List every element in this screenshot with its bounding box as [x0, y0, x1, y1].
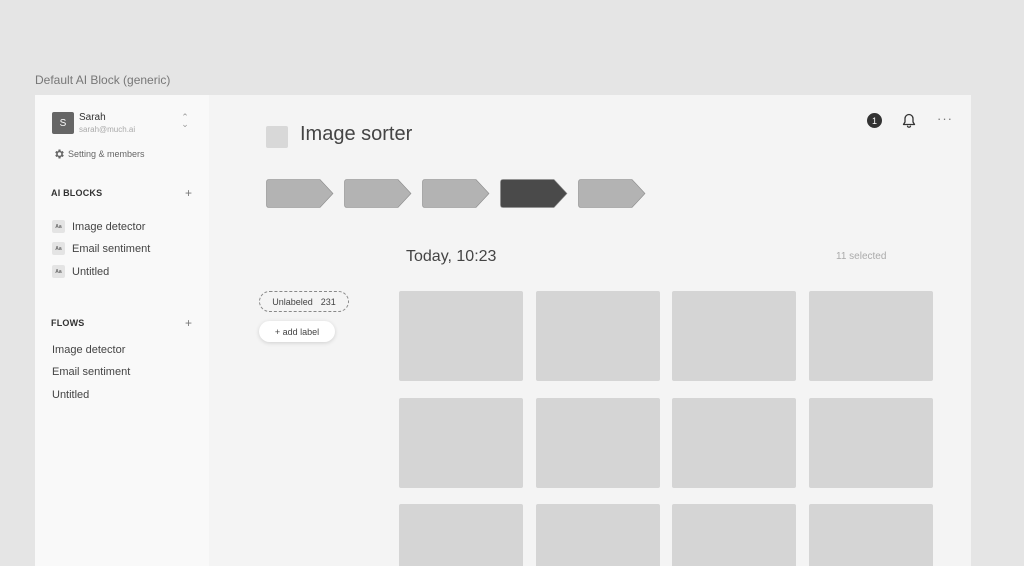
flows-title: FLOWS — [51, 318, 85, 328]
batch-date: Today, 10:23 — [406, 248, 497, 265]
ai-block-icon: Aa — [52, 220, 65, 233]
user-switcher[interactable]: S Sarah sarah@much.ai ⌃ ⌄ — [52, 112, 192, 136]
page-icon — [266, 126, 288, 148]
add-ai-block-button[interactable]: + — [185, 186, 192, 200]
app-window: S Sarah sarah@much.ai ⌃ ⌄ Setting & membe… — [35, 95, 971, 566]
unlabeled-chip[interactable]: Unlabeled 231 — [259, 291, 349, 312]
sidebar: S Sarah sarah@much.ai ⌃ ⌄ Setting & membe… — [35, 95, 209, 566]
sidebar-item-label: Email sentiment — [72, 242, 151, 255]
image-thumbnail[interactable] — [808, 397, 933, 488]
user-name: Sarah — [79, 112, 106, 123]
selected-count: 11 selected — [836, 251, 887, 262]
ai-block-icon: Aa — [52, 265, 65, 278]
step-chevron[interactable] — [422, 179, 490, 208]
sidebar-item-email-sentiment-block[interactable]: Aa Email sentiment — [52, 242, 150, 255]
settings-link[interactable]: Setting & members — [53, 148, 145, 160]
main-content: Image sorter 1 ··· Today, 10:23 11 selec… — [209, 95, 971, 566]
notification-count-badge[interactable]: 1 — [867, 113, 882, 128]
frame-label: Default AI Block (generic) — [35, 73, 171, 87]
chip-label: Unlabeled — [272, 296, 313, 307]
image-thumbnail[interactable] — [672, 504, 796, 566]
image-thumbnail[interactable] — [672, 397, 796, 488]
step-chevron[interactable] — [266, 179, 334, 208]
gear-icon — [55, 149, 64, 159]
sidebar-item-label: Image detector — [72, 220, 146, 233]
sidebar-item-image-detector-flow[interactable]: Image detector — [52, 344, 125, 356]
image-thumbnail[interactable] — [535, 504, 660, 566]
chevron-up-down-icon[interactable]: ⌃ ⌄ — [180, 113, 190, 129]
image-thumbnail[interactable] — [399, 291, 523, 381]
step-chevron[interactable] — [344, 179, 412, 208]
sidebar-item-untitled-block[interactable]: Aa Untitled — [52, 265, 109, 278]
image-thumbnail[interactable] — [808, 291, 933, 381]
user-email: sarah@much.ai — [79, 125, 136, 134]
image-thumbnail[interactable] — [672, 291, 796, 381]
image-thumbnail[interactable] — [399, 397, 523, 488]
image-thumbnail[interactable] — [535, 291, 660, 381]
image-thumbnail[interactable] — [808, 504, 933, 566]
step-chevron-active[interactable] — [500, 179, 568, 208]
ai-blocks-title: AI BLOCKS — [51, 188, 103, 198]
image-thumbnail[interactable] — [399, 504, 523, 566]
sidebar-item-untitled-flow[interactable]: Untitled — [52, 389, 89, 401]
add-flow-button[interactable]: + — [185, 316, 192, 330]
ai-block-icon: Aa — [52, 242, 65, 255]
settings-label: Setting & members — [68, 149, 145, 159]
step-chevron[interactable] — [578, 179, 646, 208]
image-thumbnail[interactable] — [535, 397, 660, 488]
sidebar-item-label: Untitled — [72, 265, 110, 278]
bell-icon[interactable] — [902, 113, 916, 129]
add-label-button[interactable]: + add label — [259, 321, 335, 342]
sidebar-item-image-detector-block[interactable]: Aa Image detector — [52, 220, 145, 233]
page-title: Image sorter — [300, 123, 413, 145]
sidebar-item-email-sentiment-flow[interactable]: Email sentiment — [52, 366, 130, 378]
chip-count: 231 — [320, 296, 336, 307]
more-options-icon[interactable]: ··· — [937, 111, 953, 126]
avatar: S — [52, 112, 74, 134]
